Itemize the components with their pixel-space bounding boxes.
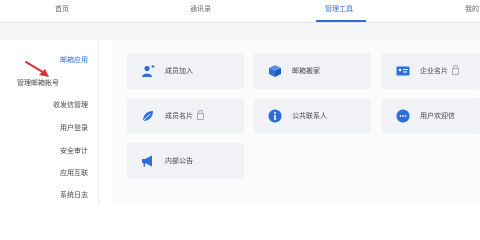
box-icon [269, 65, 281, 77]
lock-icon [452, 64, 459, 75]
sidebar-item-system-log[interactable]: 系统日志 [60, 190, 88, 200]
sidebar-item-app-integration[interactable]: 应用互联 [60, 168, 88, 178]
card-internal-announcement-label: 内部公告 [165, 157, 193, 165]
card-internal-announcement[interactable]: 内部公告 [127, 143, 244, 179]
megaphone-icon [142, 155, 152, 167]
business-card-icon [396, 66, 410, 76]
card-member-card-label: 成员名片 [165, 112, 193, 120]
chat-bubble-icon [396, 109, 410, 123]
sidebar-item-manage-mail-accounts[interactable]: 管理邮箱帐号 [17, 78, 59, 88]
sidebar-item-mail-management[interactable]: 收发信管理 [53, 100, 88, 110]
card-member-join[interactable]: 成员加入 [127, 53, 244, 89]
tab-home[interactable]: 首页 [55, 4, 69, 14]
card-company-card[interactable]: 企业名片 [382, 53, 480, 89]
info-icon [268, 109, 282, 123]
header-band [0, 23, 480, 40]
card-member-join-label: 成员加入 [165, 67, 193, 75]
card-public-contacts-label: 公共联系人 [292, 112, 327, 120]
card-company-card-label: 企业名片 [420, 67, 448, 75]
active-tab-indicator [316, 20, 366, 22]
card-company-card-label-wrap: 企业名片 [420, 64, 459, 76]
tab-contacts[interactable]: 通讯录 [190, 4, 211, 14]
lock-icon [197, 109, 204, 120]
card-mailbox-migration-label: 邮箱搬家 [292, 67, 320, 75]
annotation-arrow-icon [25, 61, 49, 77]
card-member-card-label-wrap: 成员名片 [165, 109, 204, 121]
leaf-icon [142, 111, 153, 122]
card-member-card[interactable]: 成员名片 [127, 98, 244, 134]
card-welcome-letter[interactable]: 用户欢迎信 [382, 98, 480, 134]
tab-management-tools[interactable]: 管理工具 [325, 4, 353, 14]
member-join-icon [142, 65, 155, 77]
tab-mine[interactable]: 我的 [465, 4, 479, 14]
card-public-contacts[interactable]: 公共联系人 [254, 98, 371, 134]
card-welcome-letter-label: 用户欢迎信 [420, 112, 455, 120]
card-mailbox-migration[interactable]: 邮箱搬家 [254, 53, 371, 89]
sidebar-item-user-login[interactable]: 用户登录 [60, 123, 88, 133]
top-nav-bar: 首页 通讯录 管理工具 我的 [0, 0, 480, 23]
sidebar-item-security-audit[interactable]: 安全审计 [60, 146, 88, 156]
sidebar-item-mail-apps[interactable]: 邮箱应用 [60, 55, 88, 65]
